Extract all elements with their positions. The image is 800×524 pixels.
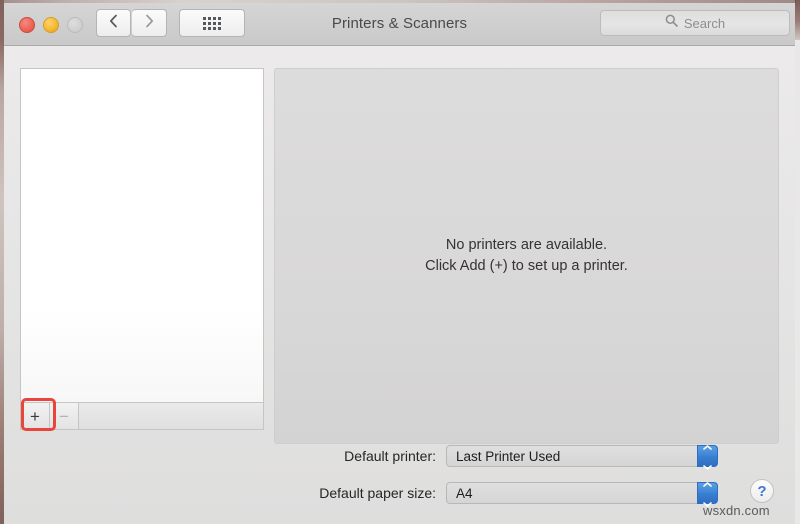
chevron-up-icon [703, 474, 712, 492]
search-input[interactable]: Search [600, 10, 790, 36]
default-paper-size-value: A4 [456, 485, 473, 501]
default-paper-size-row: Default paper size: A4 [274, 482, 779, 507]
search-placeholder: Search [683, 15, 726, 31]
chevron-up-icon [703, 437, 712, 455]
empty-state-message: No printers are available. Click Add (+)… [425, 235, 628, 277]
search-icon [665, 14, 678, 32]
preference-pane-content: + − No printers are available. Click Add… [4, 46, 795, 524]
window-toolbar: Printers & Scanners Search [4, 3, 795, 46]
default-printer-stepper[interactable] [697, 445, 718, 470]
empty-state-line-1: No printers are available. [445, 237, 608, 253]
default-printer-value: Last Printer Used [456, 448, 561, 464]
printer-list[interactable] [20, 68, 264, 403]
default-printer-select[interactable]: Last Printer Used [446, 445, 718, 470]
printer-list-toolbar: + − [20, 403, 264, 430]
add-printer-button[interactable]: + [21, 403, 50, 429]
watermark: wsxdn.com [703, 503, 770, 518]
window-top-right-edge [795, 0, 800, 40]
chevron-down-icon [703, 457, 712, 475]
default-paper-size-select[interactable]: A4 [446, 482, 718, 507]
remove-printer-button: − [50, 403, 79, 429]
empty-state-line-2: Click Add (+) to set up a printer. [425, 258, 628, 274]
printer-list-toolbar-spacer [79, 403, 263, 429]
default-paper-size-stepper[interactable] [697, 482, 718, 507]
default-printer-label: Default printer: [344, 448, 436, 464]
system-preferences-window: Printers & Scanners Search + − No printe… [0, 0, 800, 524]
printer-detail-panel: No printers are available. Click Add (+)… [274, 68, 779, 444]
screen: Printers & Scanners Search + − No printe… [0, 0, 800, 524]
default-paper-size-label: Default paper size: [319, 485, 436, 501]
help-button[interactable]: ? [750, 479, 774, 503]
default-printer-row: Default printer: Last Printer Used [274, 445, 779, 470]
